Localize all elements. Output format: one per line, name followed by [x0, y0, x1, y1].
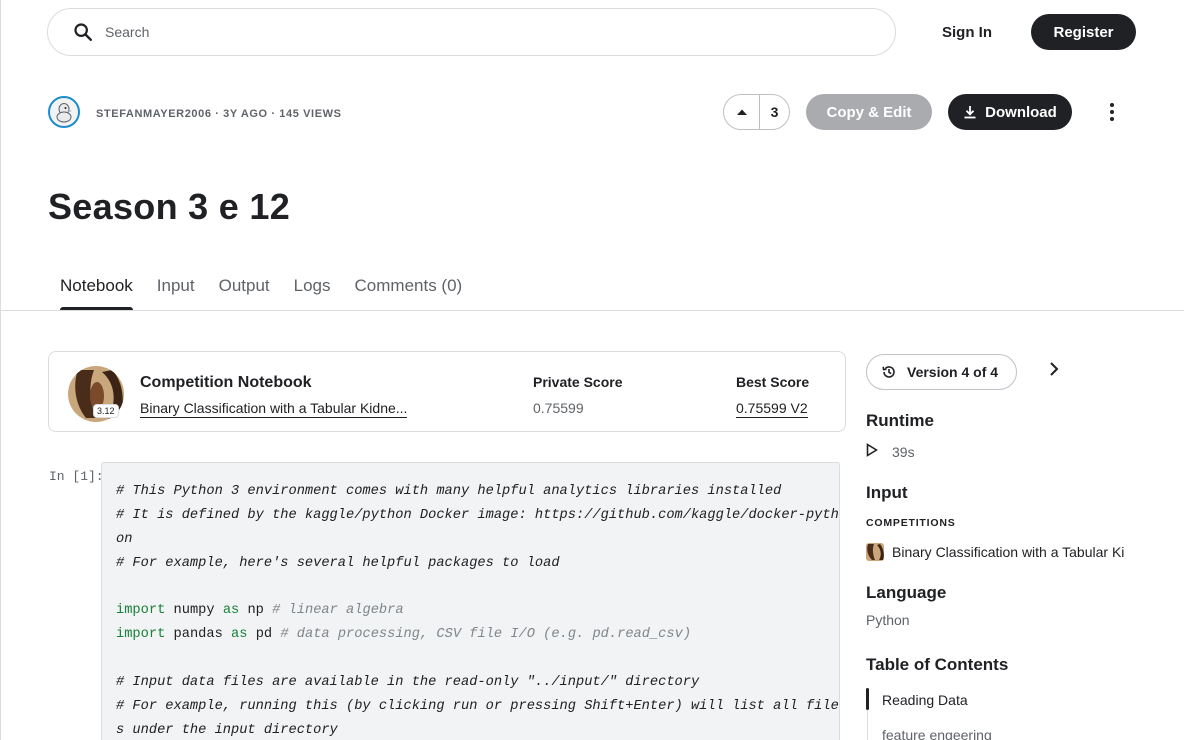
- upvote-widget: 3: [723, 94, 790, 130]
- chevron-right-icon[interactable]: [1044, 359, 1064, 379]
- tab-bar: Notebook Input Output Logs Comments (0): [48, 270, 474, 310]
- toc-item-feature-engeering[interactable]: feature engeering: [882, 727, 992, 740]
- code-line: # For example, running this (by clicking…: [116, 699, 839, 715]
- search-bar[interactable]: [47, 8, 896, 56]
- more-options-icon[interactable]: [1098, 97, 1126, 127]
- best-score-label: Best Score: [736, 374, 810, 390]
- input-heading: Input: [866, 483, 908, 502]
- tab-logs[interactable]: Logs: [282, 270, 343, 310]
- upvote-button[interactable]: [724, 95, 760, 129]
- competition-link[interactable]: Binary Classification with a Tabular Kid…: [140, 400, 408, 418]
- version-label: Version 4 of 4: [907, 364, 999, 380]
- code-line: import pandas as pd # data processing, C…: [116, 627, 692, 643]
- tab-input[interactable]: Input: [145, 270, 207, 310]
- runtime-value: 39s: [892, 444, 915, 460]
- vote-count: 3: [770, 104, 779, 120]
- input-competition-link[interactable]: Binary Classification with a Tabular Ki: [892, 544, 1136, 560]
- toc-item-reading-data[interactable]: Reading Data: [882, 692, 968, 708]
- code-line: import numpy as np # linear algebra: [116, 603, 404, 619]
- competition-thumbnail-icon: [866, 543, 884, 561]
- tab-output[interactable]: Output: [207, 270, 282, 310]
- download-button[interactable]: Download: [948, 94, 1072, 130]
- code-line: # This Python 3 environment comes with m…: [116, 484, 782, 499]
- sign-in-button[interactable]: Sign In: [930, 14, 1004, 50]
- version-history-button[interactable]: Version 4 of 4: [866, 354, 1017, 390]
- competition-heading: Competition Notebook: [140, 374, 312, 391]
- register-button[interactable]: Register: [1031, 14, 1136, 50]
- toc-rail: [867, 710, 868, 740]
- copy-edit-button[interactable]: Copy & Edit: [806, 94, 932, 130]
- code-line: # It is defined by the kaggle/python Doc…: [116, 507, 839, 523]
- code-line: on: [116, 531, 133, 547]
- search-input[interactable]: [105, 24, 805, 40]
- private-score-label: Private Score: [533, 374, 623, 390]
- history-icon: [882, 366, 895, 378]
- toc-heading: Table of Contents: [866, 655, 1009, 674]
- tab-notebook[interactable]: Notebook: [48, 270, 145, 310]
- search-icon: [74, 23, 92, 41]
- private-score-value: 0.75599: [533, 400, 584, 416]
- play-icon: [866, 443, 878, 457]
- code-line: s under the input directory: [116, 722, 338, 738]
- code-line: # For example, here's several helpful pa…: [116, 555, 560, 571]
- competitions-caption: COMPETITIONS: [866, 517, 956, 529]
- competition-card: 3.12 Competition Notebook Binary Classif…: [48, 351, 846, 432]
- code-line: # Input data files are available in the …: [116, 675, 700, 691]
- cell-prompt: In [1]:: [49, 469, 104, 484]
- code-cell[interactable]: # This Python 3 environment comes with m…: [101, 462, 840, 740]
- download-icon: [964, 106, 976, 119]
- tabs-divider: [0, 310, 1184, 311]
- language-value: Python: [866, 612, 910, 628]
- page-left-border: [0, 0, 1, 740]
- duck-avatar-icon: [56, 103, 72, 123]
- page-title: Season 3 e 12: [48, 186, 291, 227]
- runtime-heading: Runtime: [866, 411, 934, 430]
- tab-comments[interactable]: Comments (0): [343, 270, 475, 310]
- author-meta: STEFANMAYER2006 · 3Y AGO · 145 VIEWS: [96, 108, 342, 120]
- download-label: Download: [985, 103, 1057, 121]
- toc-active-marker: [866, 688, 869, 710]
- version-badge: 3.12: [93, 404, 119, 418]
- author-avatar[interactable]: [48, 96, 80, 128]
- caret-up-icon: [736, 109, 747, 115]
- best-score-link[interactable]: 0.75599 V2: [736, 400, 808, 418]
- language-heading: Language: [866, 583, 947, 602]
